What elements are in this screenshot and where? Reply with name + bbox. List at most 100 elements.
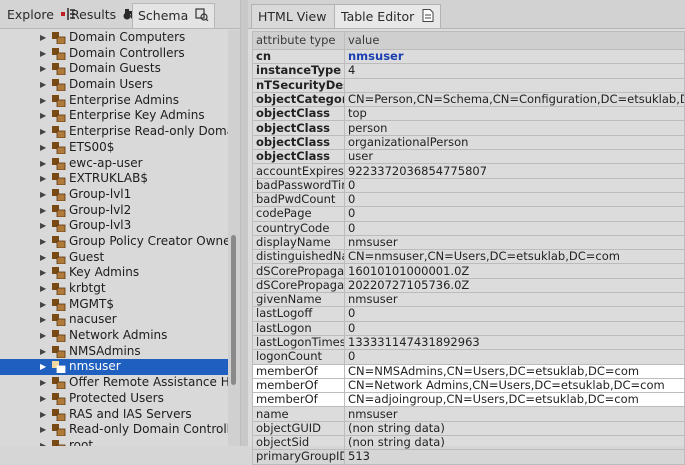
attribute-value-cell[interactable]: nmsuser — [344, 234, 685, 251]
column-header-attribute-type[interactable]: attribute type — [252, 31, 345, 50]
attribute-value-cell[interactable]: 4 — [344, 63, 685, 79]
attribute-value-cell[interactable]: organizationalPerson — [344, 134, 685, 151]
tree-item[interactable]: ▶ Enterprise Read-only Domain — [0, 124, 228, 140]
attribute-value-cell[interactable]: 133331147431892963 — [344, 334, 685, 351]
tree-item[interactable]: ▶ Group-lvl2 — [0, 203, 228, 219]
attribute-value-cell[interactable] — [344, 77, 685, 93]
attribute-value-cell[interactable]: 16010101000001.0Z — [344, 263, 685, 279]
expand-arrow-icon[interactable]: ▶ — [40, 140, 46, 156]
expand-arrow-icon[interactable]: ▶ — [40, 108, 46, 124]
attribute-value-cell[interactable]: CN=adjoingroup,CN=Users,DC=etsuklab,DC=c… — [344, 392, 685, 408]
tree-item[interactable]: ▶ Group-lvl3 — [0, 218, 228, 234]
table-row[interactable]: objectGUID (non string data) — [252, 420, 685, 437]
table-row[interactable]: dSCorePropagati...20220727105736.0Z — [252, 277, 685, 294]
expand-arrow-icon[interactable]: ▶ — [40, 77, 46, 93]
expand-arrow-icon[interactable]: ▶ — [40, 359, 46, 375]
table-row[interactable]: objectClass top — [252, 106, 685, 122]
table-row[interactable]: name nmsuser — [252, 406, 685, 422]
attribute-value-cell[interactable]: nmsuser — [344, 48, 685, 65]
expand-arrow-icon[interactable]: ▶ — [40, 156, 46, 172]
tree-item[interactable]: ▶ root — [0, 438, 228, 446]
tree-item[interactable]: ▶ Domain Guests — [0, 61, 228, 77]
attribute-value-cell[interactable]: 0 — [344, 306, 685, 322]
tree-item[interactable]: ▶ Key Admins — [0, 265, 228, 281]
tree-item[interactable]: ▶ Network Admins — [0, 328, 228, 344]
attribute-value-cell[interactable]: CN=nmsuser,CN=Users,DC=etsuklab,DC=com — [344, 249, 685, 265]
expand-arrow-icon[interactable]: ▶ — [40, 234, 46, 250]
attribute-value-cell[interactable]: nmsuser — [344, 406, 685, 422]
tree-item[interactable]: ▶ Read-only Domain Controllers — [0, 422, 228, 438]
table-row[interactable]: objectClass user — [252, 149, 685, 165]
table-row[interactable]: nTSecurityDes... — [252, 77, 685, 93]
table-row[interactable]: countryCode 0 — [252, 220, 685, 236]
expand-arrow-icon[interactable]: ▶ — [40, 218, 46, 234]
attribute-value-cell[interactable]: 0 — [344, 320, 685, 336]
attribute-value-cell[interactable]: person — [344, 120, 685, 136]
expand-arrow-icon[interactable]: ▶ — [40, 187, 46, 203]
tab-table-editor[interactable]: Table Editor — [334, 4, 442, 28]
table-row[interactable]: displayName nmsuser — [252, 234, 685, 251]
directory-tree[interactable]: ▶ Domain Computers ▶ Domain Controllers ▶ Dom… — [0, 30, 228, 446]
attribute-value-cell[interactable]: 513 — [344, 449, 685, 465]
attribute-value-cell[interactable]: (non string data) — [344, 435, 685, 451]
tree-item[interactable]: ▶ nacuser — [0, 312, 228, 328]
expand-arrow-icon[interactable]: ▶ — [40, 422, 46, 438]
tree-item[interactable]: ▶ Group Policy Creator Owners — [0, 234, 228, 250]
table-row[interactable]: objectSid (non string data) — [252, 435, 685, 451]
expand-arrow-icon[interactable]: ▶ — [40, 312, 46, 328]
attribute-value-cell[interactable]: 0 — [344, 206, 685, 222]
table-row[interactable]: instanceType 4 — [252, 63, 685, 79]
attribute-value-cell[interactable]: (non string data) — [344, 420, 685, 437]
expand-arrow-icon[interactable]: ▶ — [40, 124, 46, 140]
tree-item[interactable]: ▶ ETS00$ — [0, 140, 228, 156]
expand-arrow-icon[interactable]: ▶ — [40, 281, 46, 297]
tree-item[interactable]: ▶ EXTRUKLAB$ — [0, 171, 228, 187]
tree-item[interactable]: ▶ NMSAdmins — [0, 344, 228, 360]
expand-arrow-icon[interactable]: ▶ — [40, 344, 46, 360]
attribute-value-cell[interactable]: user — [344, 149, 685, 165]
tree-item[interactable]: ▶ MGMT$ — [0, 297, 228, 313]
expand-arrow-icon[interactable]: ▶ — [40, 407, 46, 423]
expand-arrow-icon[interactable]: ▶ — [40, 265, 46, 281]
attribute-value-cell[interactable]: nmsuser — [344, 292, 685, 308]
expand-arrow-icon[interactable]: ▶ — [40, 171, 46, 187]
attribute-value-cell[interactable]: CN=Network Admins,CN=Users,DC=etsuklab,D… — [344, 377, 685, 394]
tree-item[interactable]: ▶ ewc-ap-user — [0, 156, 228, 172]
table-row[interactable]: givenName nmsuser — [252, 292, 685, 308]
table-row[interactable]: memberOf CN=NMSAdmins,CN=Users,DC=etsukla… — [252, 363, 685, 379]
tree-item[interactable]: ▶ RAS and IAS Servers — [0, 407, 228, 423]
attribute-value-cell[interactable]: CN=NMSAdmins,CN=Users,DC=etsuklab,DC=com — [344, 363, 685, 379]
table-row[interactable]: lastLogonTimest...133331147431892963 — [252, 334, 685, 351]
table-row[interactable]: memberOf CN=Network Admins,CN=Users,DC=et… — [252, 377, 685, 394]
expand-arrow-icon[interactable]: ▶ — [40, 250, 46, 266]
table-row[interactable]: lastLogoff 0 — [252, 306, 685, 322]
expand-arrow-icon[interactable]: ▶ — [40, 438, 46, 446]
table-row[interactable]: objectCategoryCN=Person,CN=Schema,CN=Con… — [252, 91, 685, 108]
expand-arrow-icon[interactable]: ▶ — [40, 61, 46, 77]
table-row[interactable]: badPasswordTime0 — [252, 177, 685, 193]
table-row[interactable]: codePage 0 — [252, 206, 685, 222]
attribute-value-cell[interactable]: top — [344, 106, 685, 122]
table-row[interactable]: objectClass organizationalPerson — [252, 134, 685, 151]
expand-arrow-icon[interactable]: ▶ — [40, 46, 46, 62]
tree-scrollbar-thumb[interactable] — [231, 235, 236, 385]
attribute-value-cell[interactable]: 0 — [344, 220, 685, 236]
tree-item[interactable]: ▶ Domain Controllers — [0, 46, 228, 62]
table-row[interactable]: badPwdCount 0 — [252, 191, 685, 208]
tab-schema[interactable]: Schema — [132, 3, 216, 28]
attribute-value-cell[interactable]: 0 — [344, 191, 685, 208]
tree-item[interactable]: ▶ Guest — [0, 250, 228, 266]
tree-item[interactable]: ▶ Enterprise Key Admins — [0, 108, 228, 124]
expand-arrow-icon[interactable]: ▶ — [40, 375, 46, 391]
expand-arrow-icon[interactable]: ▶ — [40, 328, 46, 344]
tree-item[interactable]: ▶ Domain Users — [0, 77, 228, 93]
table-row[interactable]: accountExpires 9223372036854775807 — [252, 163, 685, 179]
table-row[interactable]: logonCount 0 — [252, 349, 685, 365]
attribute-value-cell[interactable]: 0 — [344, 177, 685, 193]
tree-item[interactable]: ▶ Domain Computers — [0, 30, 228, 46]
tree-item[interactable]: ▶ nmsuser — [0, 359, 228, 376]
attribute-value-cell[interactable]: 0 — [344, 349, 685, 365]
tree-item[interactable]: ▶ krbtgt — [0, 281, 228, 297]
table-row[interactable]: cn nmsuser — [252, 48, 685, 65]
expand-arrow-icon[interactable]: ▶ — [40, 203, 46, 219]
